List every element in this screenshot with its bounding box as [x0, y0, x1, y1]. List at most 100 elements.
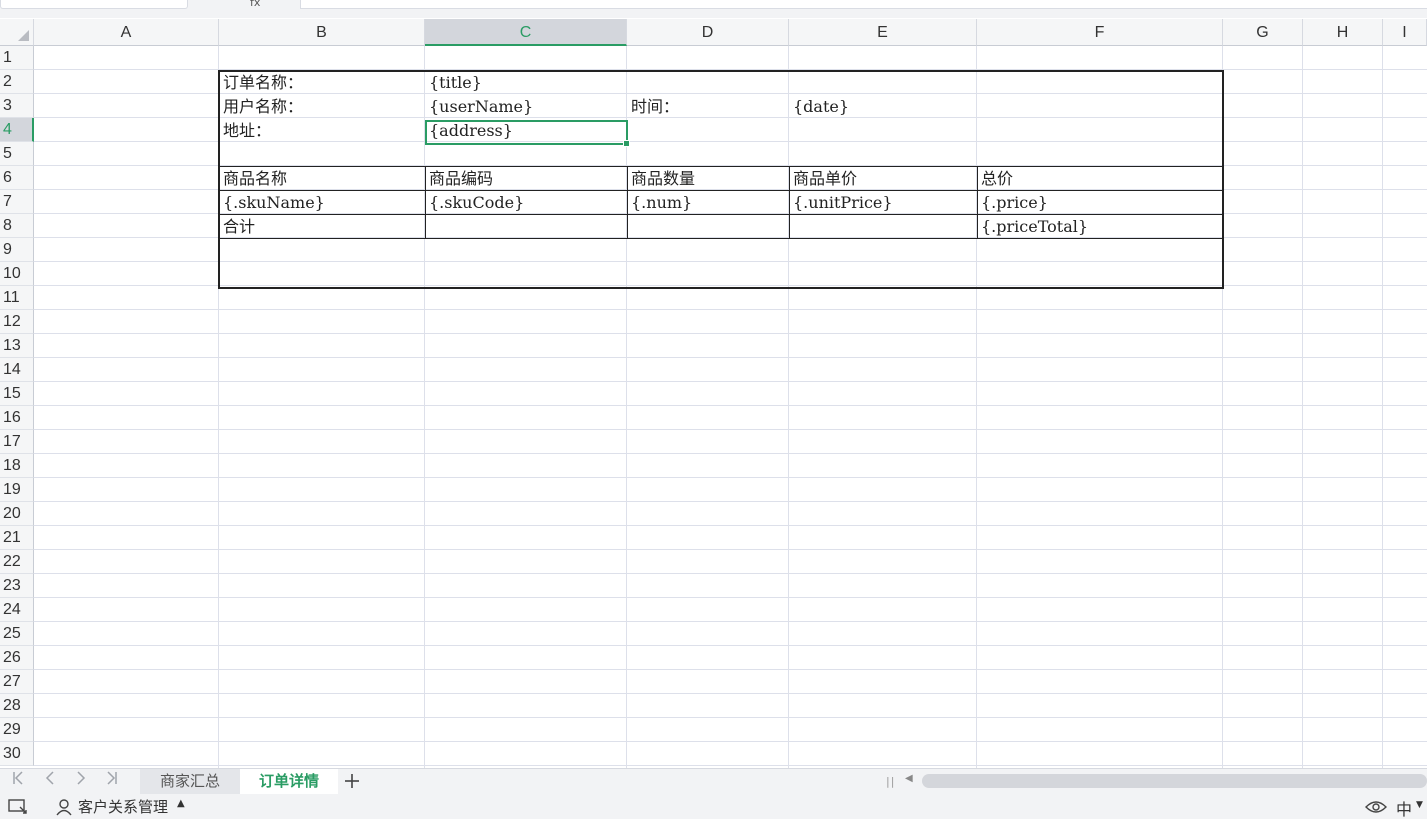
- grid-line-horizontal: [34, 501, 1427, 502]
- row-header-2[interactable]: 2: [0, 70, 34, 94]
- table-border-line: [1222, 70, 1224, 289]
- row-header-23[interactable]: 23: [0, 574, 34, 598]
- first-sheet-icon[interactable]: [4, 770, 32, 794]
- row-header-17[interactable]: 17: [0, 430, 34, 454]
- lang-caret-icon[interactable]: ▼: [1416, 800, 1423, 810]
- row-header-10[interactable]: 10: [0, 262, 34, 286]
- table-border-line: [218, 190, 1224, 191]
- sheet-view-icon[interactable]: [8, 799, 27, 814]
- column-header-h[interactable]: H: [1303, 19, 1383, 46]
- row-header-7[interactable]: 7: [0, 190, 34, 214]
- row-header-16[interactable]: 16: [0, 406, 34, 430]
- grid-line-horizontal: [34, 429, 1427, 430]
- row-header-5[interactable]: 5: [0, 142, 34, 166]
- prev-sheet-icon[interactable]: [36, 770, 64, 794]
- cell-c2[interactable]: {title}: [425, 70, 482, 94]
- cell-e7[interactable]: {.unitPrice}: [789, 190, 893, 214]
- grid-line-vertical: [1382, 46, 1383, 768]
- cell-c3[interactable]: {userName}: [425, 94, 533, 118]
- scroll-split-handle[interactable]: ||: [886, 775, 895, 788]
- next-sheet-icon[interactable]: [67, 770, 95, 794]
- row-header-25[interactable]: 25: [0, 622, 34, 646]
- input-language-indicator[interactable]: 中: [1396, 796, 1412, 820]
- cell-b6[interactable]: 商品名称: [219, 166, 287, 190]
- sheet-tab-merchant-summary[interactable]: 商家汇总: [140, 769, 240, 794]
- column-header-c[interactable]: C: [425, 19, 627, 46]
- column-header-a[interactable]: A: [34, 19, 219, 46]
- row-header-24[interactable]: 24: [0, 598, 34, 622]
- row-header-22[interactable]: 22: [0, 550, 34, 574]
- row-header-26[interactable]: 26: [0, 646, 34, 670]
- last-sheet-icon[interactable]: [98, 770, 126, 794]
- grid-line-horizontal: [34, 261, 1427, 262]
- row-header-12[interactable]: 12: [0, 310, 34, 334]
- grid-line-vertical: [424, 46, 425, 768]
- column-header-d[interactable]: D: [627, 19, 789, 46]
- sheet-tab-order-details[interactable]: 订单详情: [240, 769, 338, 794]
- sheet-tab-bar: 商家汇总 订单详情 || ◀: [0, 768, 1427, 794]
- row-header-4[interactable]: 4: [0, 118, 34, 142]
- grid-line-horizontal: [34, 765, 1427, 766]
- column-header-f[interactable]: F: [977, 19, 1223, 46]
- cell-b2[interactable]: 订单名称：: [219, 70, 303, 94]
- row-header-19[interactable]: 19: [0, 478, 34, 502]
- cell-f8[interactable]: {.priceTotal}: [977, 214, 1088, 238]
- row-header-14[interactable]: 14: [0, 358, 34, 382]
- row-header-20[interactable]: 20: [0, 502, 34, 526]
- grid-line-horizontal: [34, 645, 1427, 646]
- crm-label[interactable]: 客户关系管理: [78, 797, 168, 817]
- grid-line-horizontal: [34, 669, 1427, 670]
- row-header-28[interactable]: 28: [0, 694, 34, 718]
- cell-b3[interactable]: 用户名称：: [219, 94, 303, 118]
- row-header-15[interactable]: 15: [0, 382, 34, 406]
- grid-line-horizontal: [34, 549, 1427, 550]
- cell-d7[interactable]: {.num}: [627, 190, 692, 214]
- crm-icon[interactable]: [55, 798, 73, 816]
- fx-icon[interactable]: fx: [250, 0, 260, 9]
- row-header-6[interactable]: 6: [0, 166, 34, 190]
- cell-f6[interactable]: 总价: [977, 166, 1013, 190]
- row-header-30[interactable]: 30: [0, 742, 34, 766]
- name-box[interactable]: [0, 0, 188, 9]
- formula-input[interactable]: [300, 0, 1427, 9]
- horizontal-scrollbar-thumb[interactable]: [922, 774, 1427, 788]
- active-cell-c4[interactable]: [425, 120, 630, 147]
- column-header-g[interactable]: G: [1223, 19, 1303, 46]
- row-header-1[interactable]: 1: [0, 46, 34, 70]
- row-header-11[interactable]: 11: [0, 286, 34, 310]
- column-header-i[interactable]: I: [1383, 19, 1427, 46]
- cell-c6[interactable]: 商品编码: [425, 166, 493, 190]
- grid-line-horizontal: [34, 597, 1427, 598]
- row-header-18[interactable]: 18: [0, 454, 34, 478]
- cell-f7[interactable]: {.price}: [977, 190, 1048, 214]
- grid-line-horizontal: [34, 717, 1427, 718]
- cell-e6[interactable]: 商品单价: [789, 166, 857, 190]
- cell-d6[interactable]: 商品数量: [627, 166, 695, 190]
- row-header-9[interactable]: 9: [0, 238, 34, 262]
- grid-line-horizontal: [34, 573, 1427, 574]
- cell-e3[interactable]: {date}: [789, 94, 849, 118]
- select-all-corner[interactable]: [0, 19, 34, 46]
- caret-up-icon[interactable]: ▲: [177, 798, 185, 809]
- column-header-e[interactable]: E: [789, 19, 977, 46]
- row-header-3[interactable]: 3: [0, 94, 34, 118]
- grid-line-horizontal: [34, 333, 1427, 334]
- grid-line-horizontal: [34, 693, 1427, 694]
- fill-handle[interactable]: [623, 140, 630, 147]
- row-header-29[interactable]: 29: [0, 718, 34, 742]
- column-header-b[interactable]: B: [219, 19, 425, 46]
- grid-line-horizontal: [34, 309, 1427, 310]
- row-header-21[interactable]: 21: [0, 526, 34, 550]
- row-header-27[interactable]: 27: [0, 670, 34, 694]
- row-header-8[interactable]: 8: [0, 214, 34, 238]
- grid-line-horizontal: [34, 741, 1427, 742]
- eye-icon[interactable]: [1364, 799, 1388, 815]
- cell-c7[interactable]: {.skuCode}: [425, 190, 524, 214]
- cell-d3[interactable]: 时间：: [627, 94, 679, 118]
- cell-b7[interactable]: {.skuName}: [219, 190, 325, 214]
- scroll-left-icon[interactable]: ◀: [905, 773, 913, 784]
- cell-b8[interactable]: 合计: [219, 214, 255, 238]
- cell-b4[interactable]: 地址：: [219, 118, 271, 142]
- add-sheet-icon[interactable]: [341, 769, 363, 794]
- row-header-13[interactable]: 13: [0, 334, 34, 358]
